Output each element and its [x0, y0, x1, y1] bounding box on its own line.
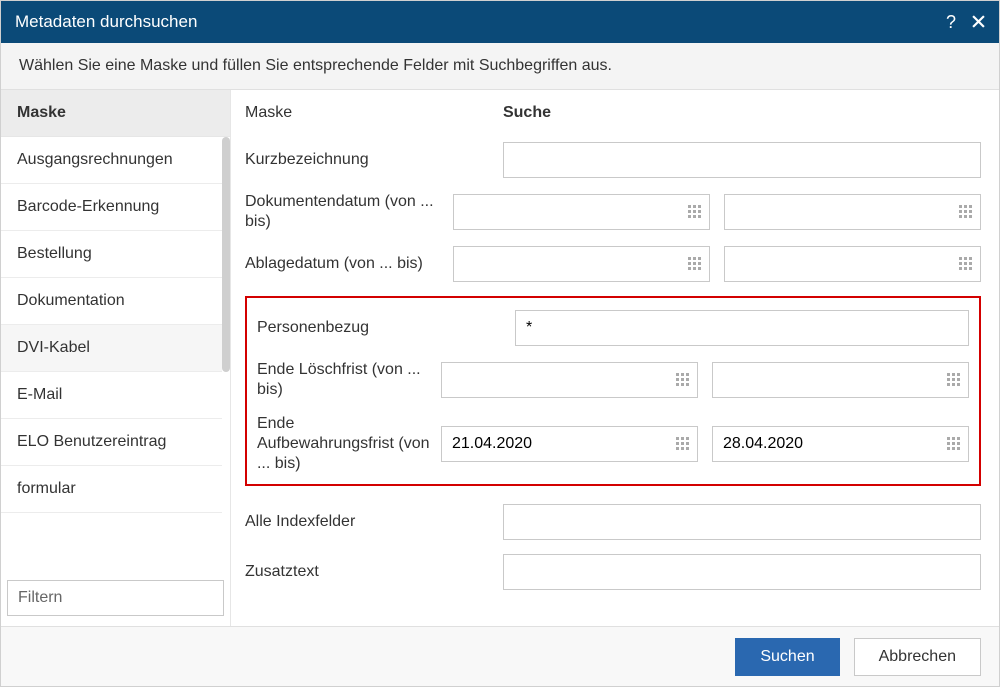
date-ende-loeschfrist-von[interactable] — [441, 362, 698, 398]
filter-wrap — [1, 574, 230, 626]
calendar-icon[interactable] — [952, 205, 980, 219]
row-zusatztext: Zusatztext — [245, 554, 981, 590]
column-headers: Maske Suche — [245, 100, 981, 126]
date-input[interactable] — [454, 195, 681, 229]
date-input[interactable] — [725, 195, 952, 229]
date-dokumentendatum-von[interactable] — [453, 194, 710, 230]
mask-item[interactable]: E-Mail — [1, 372, 222, 419]
mask-item[interactable]: ELO Benutzereintrag — [1, 419, 222, 466]
mask-item[interactable]: DVI-Kabel — [1, 325, 222, 372]
scrollbar-track[interactable] — [222, 137, 230, 574]
calendar-icon[interactable] — [940, 373, 968, 387]
dialog-title: Metadaten durchsuchen — [15, 12, 197, 32]
titlebar-actions: ? — [946, 12, 985, 33]
input-kurzbezeichnung[interactable] — [503, 142, 981, 178]
mask-item[interactable]: Ausgangsrechnungen — [1, 137, 222, 184]
dialog-body: Maske Ausgangsrechnungen Barcode-Erkennu… — [1, 90, 999, 626]
label-personenbezug: Personenbezug — [257, 318, 515, 338]
form-panel: Maske Suche Kurzbezeichnung Dokumentenda… — [231, 90, 999, 626]
row-personenbezug: Personenbezug — [257, 310, 969, 346]
label-ende-aufbewahrung: Ende Aufbewahrungsfrist (von ... bis) — [257, 414, 441, 474]
row-ende-aufbewahrung: Ende Aufbewahrungsfrist (von ... bis) — [257, 414, 969, 474]
row-ablagedatum: Ablagedatum (von ... bis) — [245, 246, 981, 282]
search-metadata-dialog: Metadaten durchsuchen ? Wählen Sie eine … — [0, 0, 1000, 687]
mask-item[interactable]: Barcode-Erkennung — [1, 184, 222, 231]
highlighted-section: Personenbezug Ende Löschfrist (von ... b… — [245, 296, 981, 486]
date-input[interactable] — [725, 247, 952, 281]
label-zusatztext: Zusatztext — [245, 562, 503, 582]
help-icon[interactable]: ? — [946, 12, 956, 33]
label-alle-indexfelder: Alle Indexfelder — [245, 512, 503, 532]
cancel-button[interactable]: Abbrechen — [854, 638, 981, 676]
date-input[interactable] — [713, 427, 940, 461]
label-ablagedatum: Ablagedatum (von ... bis) — [245, 254, 453, 274]
date-ablagedatum-von[interactable] — [453, 246, 710, 282]
filter-input[interactable] — [7, 580, 224, 616]
row-ende-loeschfrist: Ende Löschfrist (von ... bis) — [257, 360, 969, 400]
row-kurzbezeichnung: Kurzbezeichnung — [245, 142, 981, 178]
calendar-icon[interactable] — [952, 257, 980, 271]
dialog-subtitle: Wählen Sie eine Maske und füllen Sie ent… — [1, 43, 999, 90]
search-column-header: Suche — [503, 100, 981, 126]
date-ende-aufbewahrung-bis[interactable] — [712, 426, 969, 462]
mask-list[interactable]: Ausgangsrechnungen Barcode-Erkennung Bes… — [1, 137, 222, 574]
mask-item[interactable]: Dokumentation — [1, 278, 222, 325]
calendar-icon[interactable] — [669, 373, 697, 387]
mask-item[interactable]: formular — [1, 466, 222, 513]
calendar-icon[interactable] — [669, 437, 697, 451]
date-ende-loeschfrist-bis[interactable] — [712, 362, 969, 398]
date-input[interactable] — [713, 363, 940, 397]
sidebar-header: Maske — [1, 90, 230, 137]
calendar-icon[interactable] — [940, 437, 968, 451]
input-personenbezug[interactable] — [515, 310, 969, 346]
sidebar: Maske Ausgangsrechnungen Barcode-Erkennu… — [1, 90, 231, 626]
date-input[interactable] — [442, 363, 669, 397]
titlebar: Metadaten durchsuchen ? — [1, 1, 999, 43]
date-dokumentendatum-bis[interactable] — [724, 194, 981, 230]
input-alle-indexfelder[interactable] — [503, 504, 981, 540]
calendar-icon[interactable] — [681, 205, 709, 219]
mask-item[interactable]: Bestellung — [1, 231, 222, 278]
close-icon[interactable] — [972, 12, 985, 33]
dialog-footer: Suchen Abbrechen — [1, 626, 999, 686]
scrollbar-thumb[interactable] — [222, 137, 230, 372]
search-button[interactable]: Suchen — [735, 638, 839, 676]
row-alle-indexfelder: Alle Indexfelder — [245, 504, 981, 540]
calendar-icon[interactable] — [681, 257, 709, 271]
date-input[interactable] — [442, 427, 669, 461]
row-dokumentendatum: Dokumentendatum (von ... bis) — [245, 192, 981, 232]
label-kurzbezeichnung: Kurzbezeichnung — [245, 150, 503, 170]
date-ablagedatum-bis[interactable] — [724, 246, 981, 282]
label-dokumentendatum: Dokumentendatum (von ... bis) — [245, 192, 453, 232]
date-input[interactable] — [454, 247, 681, 281]
date-ende-aufbewahrung-von[interactable] — [441, 426, 698, 462]
label-ende-loeschfrist: Ende Löschfrist (von ... bis) — [257, 360, 441, 400]
mask-column-header: Maske — [245, 100, 503, 126]
mask-list-wrap: Ausgangsrechnungen Barcode-Erkennung Bes… — [1, 137, 230, 574]
input-zusatztext[interactable] — [503, 554, 981, 590]
